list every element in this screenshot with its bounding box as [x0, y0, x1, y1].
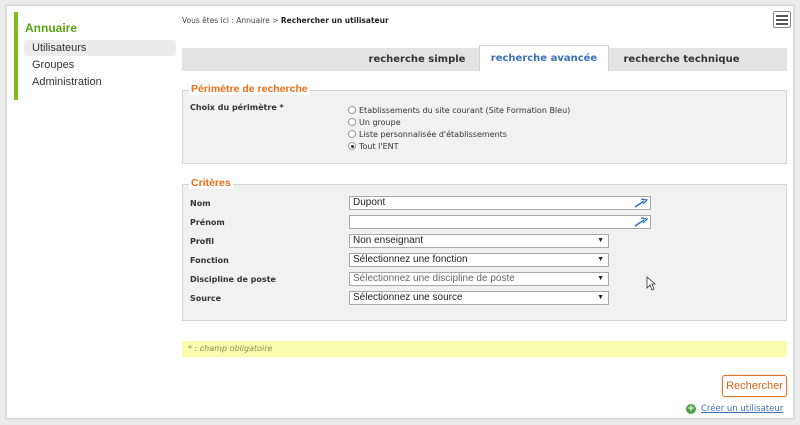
breadcrumb-current: Rechercher un utilisateur [280, 16, 389, 25]
tab-recherche-technique[interactable]: recherche technique [619, 48, 744, 71]
sidebar-item-administration[interactable]: Administration [24, 74, 176, 90]
perimetre-label: Choix du périmètre * [190, 103, 284, 112]
tab-recherche-simple[interactable]: recherche simple [367, 48, 467, 71]
radio-button[interactable] [348, 130, 356, 138]
criteres-fieldset: Critères Nom Dupont Prénom Profil Non en… [182, 177, 787, 321]
fonction-select[interactable]: Sélectionnez une fonction ▼ [349, 253, 609, 267]
hamburger-menu-icon[interactable] [773, 11, 791, 28]
sidebar-item-groupes[interactable]: Groupes [24, 57, 176, 73]
prenom-input[interactable] [349, 215, 651, 229]
breadcrumb: Vous êtes ici : Annuaire > Rechercher un… [182, 16, 389, 25]
radio-option-liste[interactable]: Liste personnalisée d'établissements [348, 129, 507, 141]
radio-option-groupe[interactable]: Un groupe [348, 117, 401, 129]
source-value: Sélectionnez une source [353, 292, 463, 303]
profil-label: Profil [190, 237, 214, 246]
fonction-label: Fonction [190, 256, 229, 265]
criteres-legend: Critères [189, 177, 233, 189]
tab-recherche-avancee[interactable]: recherche avancée [479, 45, 609, 71]
profil-value: Non enseignant [353, 235, 424, 246]
discipline-label: Discipline de poste [190, 275, 276, 284]
perimetre-fieldset: Périmètre de recherche Choix du périmètr… [182, 83, 787, 164]
source-select[interactable]: Sélectionnez une source ▼ [349, 291, 609, 305]
add-icon[interactable]: + [686, 404, 696, 414]
dropdown-arrow-icon: ▼ [597, 275, 604, 282]
radio-button-checked[interactable] [348, 142, 356, 150]
dropdown-arrow-icon: ▼ [597, 237, 604, 244]
rechercher-button[interactable]: Rechercher [722, 375, 787, 397]
directory-picker-icon[interactable] [634, 198, 648, 208]
fonction-value: Sélectionnez une fonction [353, 254, 468, 265]
directory-picker-icon[interactable] [634, 217, 648, 227]
search-tabs: recherche simple recherche avancée reche… [182, 45, 787, 71]
source-label: Source [190, 294, 222, 303]
radio-option-tout-ent[interactable]: Tout l'ENT [348, 141, 399, 153]
discipline-value: Sélectionnez une discipline de poste [353, 273, 515, 284]
prenom-label: Prénom [190, 218, 225, 227]
sidebar-item-utilisateurs[interactable]: Utilisateurs [24, 40, 176, 56]
radio-label: Un groupe [359, 118, 401, 127]
mouse-cursor-icon [646, 276, 656, 291]
sidebar-title: Annuaire [25, 21, 78, 35]
radio-label: Liste personnalisée d'établissements [359, 130, 507, 139]
profil-select[interactable]: Non enseignant ▼ [349, 234, 609, 248]
radio-button[interactable] [348, 118, 356, 126]
radio-button[interactable] [348, 106, 356, 114]
dropdown-arrow-icon: ▼ [597, 256, 604, 263]
radio-label: Tout l'ENT [359, 142, 399, 151]
creer-utilisateur-link[interactable]: Créer un utilisateur [701, 404, 783, 414]
sidebar-accent-bar [14, 12, 18, 100]
discipline-select[interactable]: Sélectionnez une discipline de poste ▼ [349, 272, 609, 286]
required-note: * : champ obligatoire [182, 341, 787, 357]
radio-option-etablissements[interactable]: Etablissements du site courant (Site For… [348, 105, 570, 117]
breadcrumb-prefix: Vous êtes ici : Annuaire > [182, 16, 281, 25]
nom-input[interactable]: Dupont [349, 196, 651, 210]
nom-value: Dupont [353, 197, 386, 208]
nom-label: Nom [190, 199, 211, 208]
radio-label: Etablissements du site courant (Site For… [359, 106, 571, 115]
perimetre-legend: Périmètre de recherche [189, 83, 310, 95]
dropdown-arrow-icon: ▼ [597, 294, 604, 301]
